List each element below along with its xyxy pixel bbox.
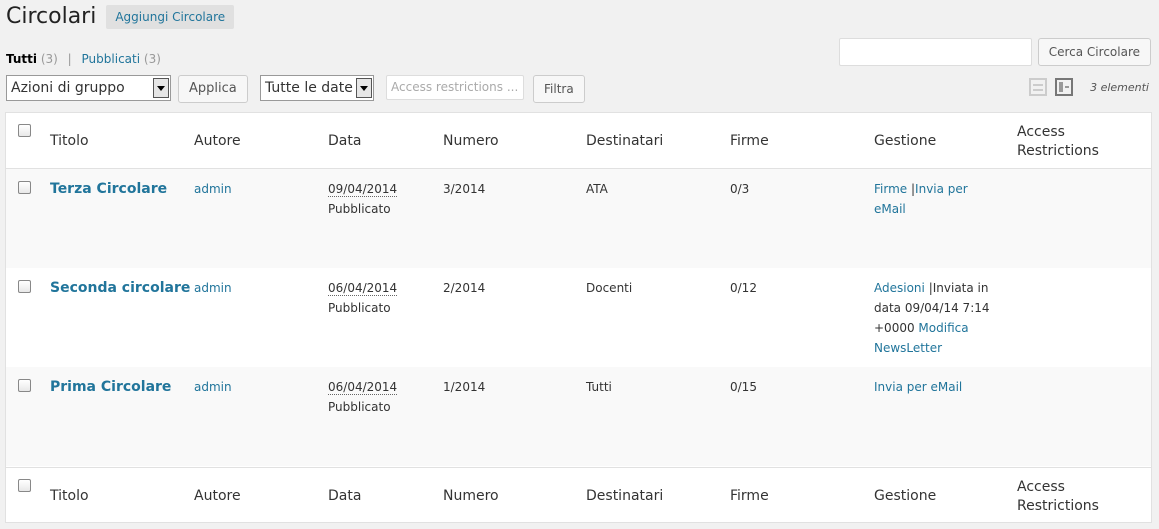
column-management: Gestione [874, 133, 937, 149]
row-date: 09/04/2014 Pubblicato [328, 179, 398, 219]
row-status: Pubblicato [328, 301, 391, 315]
tablenav-top: Azioni di gruppo Applica Tutte le date A… [6, 75, 1153, 105]
view-switch [1029, 78, 1073, 96]
bulk-actions-value: Azioni di gruppo [11, 80, 125, 96]
firme-link[interactable]: Firme [874, 182, 907, 196]
send-email-link[interactable]: Invia per eMail [874, 380, 962, 394]
table-row: Seconda circolare admin 06/04/2014 Pubbl… [6, 268, 1151, 367]
table-row: Prima Circolare admin 06/04/2014 Pubblic… [6, 367, 1151, 466]
table-header: Titolo Autore Data Numero Destinatari Fi… [6, 113, 1151, 169]
apply-button[interactable]: Applica [178, 75, 248, 103]
sent-info-3: +0000 [874, 321, 915, 335]
row-date: 06/04/2014 Pubblicato [328, 278, 398, 318]
filter-published[interactable]: Pubblicati [82, 52, 141, 66]
row-number: 1/2014 [443, 380, 486, 394]
page-header: Circolari Aggiungi Circolare [6, 4, 235, 30]
column-access-restrictions: Access Restrictions [1017, 123, 1099, 161]
column-management: Gestione [874, 488, 937, 504]
row-management: Invia per eMail [874, 377, 999, 397]
row-date: 06/04/2014 Pubblicato [328, 377, 398, 417]
column-title[interactable]: Titolo [50, 487, 89, 506]
select-all-checkbox[interactable] [18, 124, 31, 137]
add-circolare-button[interactable]: Aggiungi Circolare [106, 5, 235, 29]
send-email-link[interactable]: Invia per [915, 182, 968, 196]
column-access-line1: Access [1017, 479, 1065, 495]
date-filter-select[interactable]: Tutte le date [260, 75, 374, 101]
circolari-table: Titolo Autore Data Numero Destinatari Fi… [5, 112, 1152, 523]
row-management: Firme |Invia per eMail [874, 179, 999, 219]
filter-all[interactable]: Tutti [6, 52, 37, 66]
status-filters: Tutti (3) | Pubblicati (3) [6, 52, 161, 66]
row-title-link[interactable]: Seconda circolare [50, 278, 190, 298]
row-signatures: 0/3 [730, 182, 750, 196]
row-author-link[interactable]: admin [194, 377, 232, 397]
column-recipients: Destinatari [586, 133, 664, 149]
page-title: Circolari [6, 4, 97, 29]
search-box: Cerca Circolare [838, 38, 1151, 66]
column-recipients: Destinatari [586, 488, 664, 504]
column-date[interactable]: Data [328, 132, 361, 151]
row-date-value: 09/04/2014 [328, 182, 398, 197]
row-author-link[interactable]: admin [194, 179, 232, 199]
row-title-link[interactable]: Terza Circolare [50, 179, 167, 199]
column-date[interactable]: Data [328, 487, 361, 506]
date-filter-value: Tutte le date [265, 80, 353, 96]
row-recipients: Tutti [586, 380, 612, 394]
row-author-link[interactable]: admin [194, 278, 232, 298]
column-signatures: Firme [730, 488, 769, 504]
row-signatures: 0/12 [730, 281, 757, 295]
column-access-line1: Access [1017, 124, 1065, 140]
row-number: 3/2014 [443, 182, 486, 196]
column-access-line2: Restrictions [1017, 143, 1099, 159]
column-signatures: Firme [730, 133, 769, 149]
table-footer: Titolo Autore Data Numero Destinatari Fi… [6, 467, 1151, 523]
row-date-value: 06/04/2014 [328, 281, 398, 296]
newsletter-link[interactable]: NewsLetter [874, 341, 942, 355]
list-view-icon[interactable] [1029, 78, 1047, 96]
items-count: 3 elementi [1090, 81, 1149, 94]
filter-published-count: (3) [143, 52, 161, 66]
row-status: Pubblicato [328, 400, 391, 414]
dropdown-arrow-icon [356, 78, 372, 98]
dropdown-arrow-icon [153, 78, 169, 98]
column-number: Numero [443, 488, 499, 504]
bulk-actions-select[interactable]: Azioni di gruppo [6, 75, 171, 101]
search-button[interactable]: Cerca Circolare [1037, 38, 1151, 66]
row-checkbox[interactable] [18, 280, 31, 293]
column-access-line2: Restrictions [1017, 498, 1099, 514]
row-number: 2/2014 [443, 281, 486, 295]
send-email-link-cont[interactable]: eMail [874, 202, 906, 216]
row-recipients: ATA [586, 182, 608, 196]
search-input[interactable] [838, 38, 1032, 66]
filter-button[interactable]: Filtra [533, 75, 585, 103]
row-title-link[interactable]: Prima Circolare [50, 377, 171, 397]
modify-link[interactable]: Modifica [918, 321, 968, 335]
row-status: Pubblicato [328, 202, 391, 216]
row-management: Adesioni |Inviata in data 09/04/14 7:14 … [874, 278, 999, 358]
column-title[interactable]: Titolo [50, 132, 89, 151]
column-author: Autore [194, 488, 241, 504]
row-checkbox[interactable] [18, 379, 31, 392]
select-all-checkbox[interactable] [18, 479, 31, 492]
column-number: Numero [443, 133, 499, 149]
row-date-value: 06/04/2014 [328, 380, 398, 395]
access-restrictions-input[interactable]: Access restrictions ... [386, 75, 524, 100]
sent-info-1: |Inviata in [928, 281, 989, 295]
filter-all-count: (3) [40, 52, 58, 66]
row-checkbox[interactable] [18, 181, 31, 194]
excerpt-view-icon[interactable] [1055, 78, 1073, 96]
filter-separator: | [67, 52, 72, 66]
column-access-restrictions: Access Restrictions [1017, 478, 1099, 516]
adesioni-link[interactable]: Adesioni [874, 281, 925, 295]
table-row: Terza Circolare admin 09/04/2014 Pubblic… [6, 169, 1151, 268]
row-signatures: 0/15 [730, 380, 757, 394]
row-recipients: Docenti [586, 281, 633, 295]
sent-info-2: data 09/04/14 7:14 [874, 301, 990, 315]
column-author: Autore [194, 133, 241, 149]
